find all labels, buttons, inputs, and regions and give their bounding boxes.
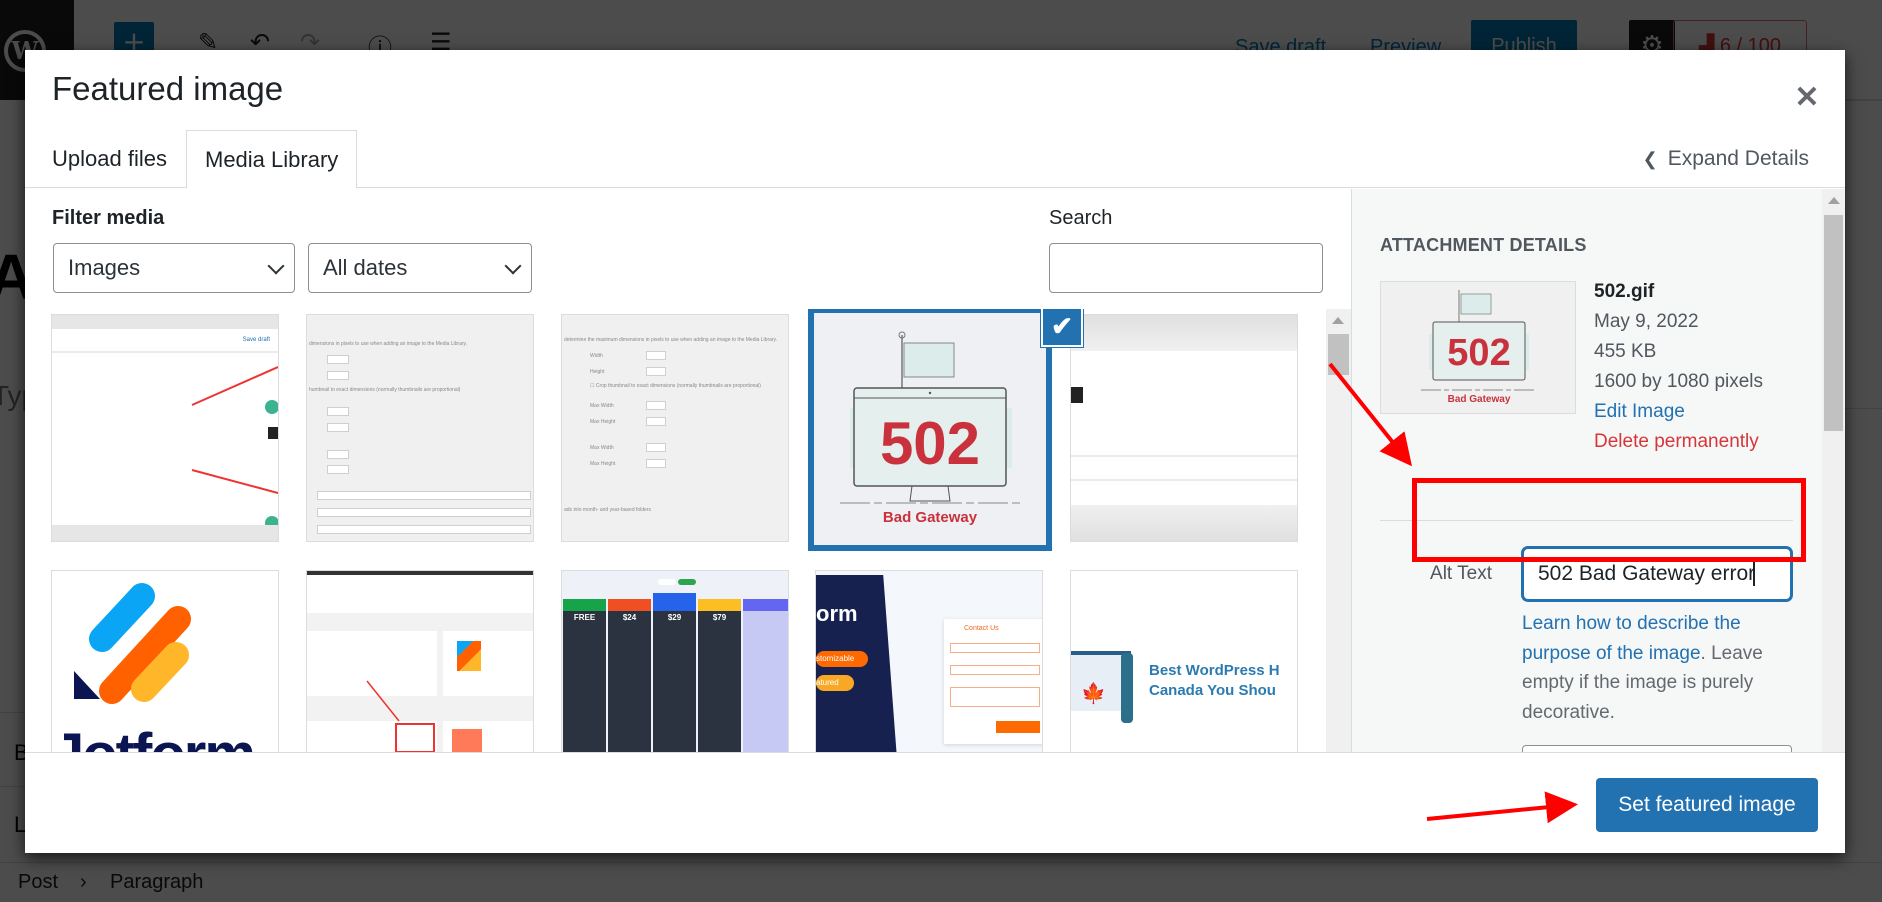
thumbnail-image: dimensions in pixels to use when adding … <box>307 315 533 541</box>
banner-pill: atured <box>816 675 854 691</box>
alt-text-value: 502 Bad Gateway error <box>1538 562 1756 585</box>
attachment-thumbnail-selected[interactable]: 502 Bad Gateway <box>808 309 1052 551</box>
alt-text-help: Learn how to describe the purpose of the… <box>1522 609 1792 727</box>
modal-title: Featured image <box>52 70 284 107</box>
attachment-info: 502.gif May 9, 2022 455 KB 1600 by 1080 … <box>1594 277 1763 457</box>
annotation-highlight-box <box>1412 478 1806 562</box>
delete-permanently-link[interactable]: Delete permanently <box>1594 427 1763 457</box>
thumbnail-mark <box>1071 387 1083 403</box>
chevron-left-icon: ❮ <box>1642 149 1658 169</box>
headline-line-2: Canada You Shou <box>1149 682 1276 699</box>
attachment-dimensions: 1600 by 1080 pixels <box>1594 371 1764 392</box>
media-date-value: All dates <box>323 255 408 280</box>
plan-price: $29 <box>667 613 682 622</box>
text-cursor <box>1753 562 1756 587</box>
scroll-up-arrow-icon[interactable] <box>1332 317 1344 324</box>
media-browser: Filter media Images All dates Search Sav… <box>25 189 1351 803</box>
plan-price: $24 <box>622 613 637 622</box>
edit-image-link[interactable]: Edit Image <box>1594 397 1763 427</box>
scrollbar-thumb[interactable] <box>1328 334 1349 375</box>
attachment-thumbnail[interactable]: dimensions in pixels to use when adding … <box>306 314 534 542</box>
tab-upload-files[interactable]: Upload files <box>34 130 185 189</box>
thumbnail-image: determine the maximum dimensions in pixe… <box>562 315 788 541</box>
checkmark-icon[interactable]: ✔ <box>1041 309 1083 347</box>
close-icon[interactable]: ✕ <box>1787 78 1827 118</box>
set-featured-image-button[interactable]: Set featured image <box>1596 778 1818 832</box>
expand-details-label: Expand Details <box>1667 147 1809 170</box>
attachment-thumbnail[interactable] <box>1070 314 1298 542</box>
thumbnail-image: Save draft <box>52 315 278 541</box>
plan-price: $79 <box>712 613 727 622</box>
media-date-select[interactable]: All dates <box>308 243 532 293</box>
alt-text-label: Alt Text <box>1430 563 1492 584</box>
featured-image-modal: Featured image ✕ Upload files Media Libr… <box>25 50 1845 853</box>
attachment-details-heading: ATTACHMENT DETAILS <box>1380 235 1587 255</box>
search-input[interactable] <box>1049 243 1323 293</box>
modal-footer-toolbar: Set featured image <box>25 752 1845 853</box>
filter-media-label: Filter media <box>52 207 165 229</box>
banner-form-title: Contact Us <box>964 625 999 632</box>
thumbnail-caption: Bad Gateway <box>882 509 978 526</box>
banner-pill: stomizable <box>816 651 868 667</box>
grid-scrollbar[interactable] <box>1326 309 1351 803</box>
banner-text: orm <box>816 601 858 626</box>
preview-caption: Bad Gateway <box>1447 394 1511 405</box>
attachment-filename: 502.gif <box>1594 281 1655 302</box>
modal-tabs: Upload files Media Library ❮ Expand Detai… <box>25 130 1845 189</box>
media-type-select[interactable]: Images <box>53 243 295 293</box>
chevron-down-icon <box>267 257 285 275</box>
thumbnail-image-502: 502 Bad Gateway <box>814 313 1046 545</box>
attachments-grid: Save draft dimensions in pixels to use w… <box>25 309 1325 803</box>
thumbnail-headline: Best WordPress H Canada You Shou <box>1149 661 1280 701</box>
headline-line-1: Best WordPress H <box>1149 662 1280 679</box>
expand-details-button[interactable]: ❮ Expand Details <box>1643 130 1809 188</box>
attachment-filesize: 455 KB <box>1594 341 1657 362</box>
attachment-preview-thumbnail: 502 Bad Gateway <box>1380 281 1576 414</box>
scroll-up-arrow-icon[interactable] <box>1828 197 1840 204</box>
attachment-thumbnail[interactable]: Save draft <box>51 314 279 542</box>
plan-price: FREE <box>573 613 596 622</box>
preview-big-text: 502 <box>1447 332 1511 374</box>
attachment-thumbnail[interactable]: determine the maximum dimensions in pixe… <box>561 314 789 542</box>
attachment-date: May 9, 2022 <box>1594 311 1699 332</box>
thumbnail-big-text: 502 <box>879 410 981 477</box>
details-scrollbar[interactable] <box>1822 189 1845 803</box>
media-type-value: Images <box>68 255 141 280</box>
thumbnail-image <box>1071 315 1297 541</box>
chevron-down-icon <box>504 257 522 275</box>
scrollbar-thumb[interactable] <box>1824 215 1843 431</box>
search-label: Search <box>1049 207 1113 229</box>
tab-media-library[interactable]: Media Library <box>186 130 358 189</box>
maple-leaf-icon: 🍁 <box>1081 683 1106 705</box>
